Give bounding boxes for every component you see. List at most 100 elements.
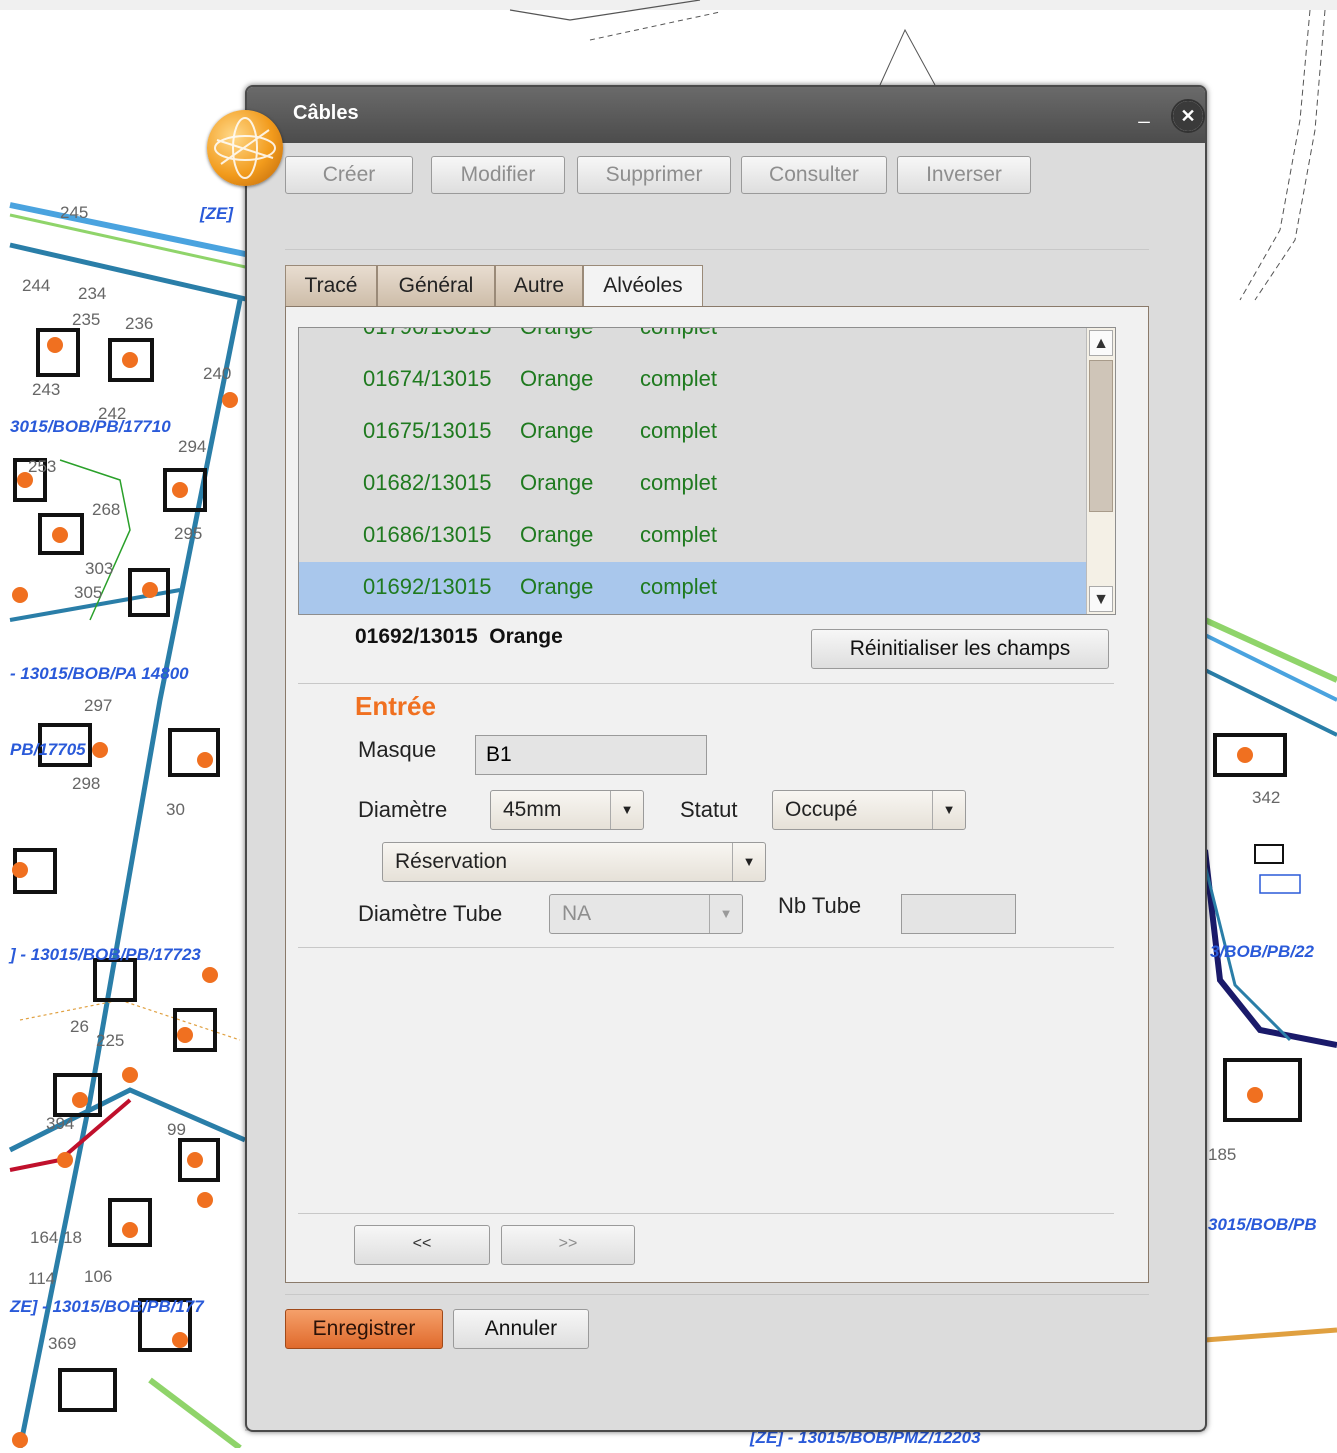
- list-item-selected[interactable]: 01692/13015 Orange complet: [299, 562, 1087, 614]
- diameter-label: Diamètre: [358, 797, 448, 822]
- chevron-down-icon: ▼: [709, 895, 742, 933]
- nb-tube-label: Nb Tube: [778, 893, 862, 918]
- map-number: 394: [46, 1114, 75, 1133]
- tube-diameter-value: NA: [562, 902, 592, 925]
- map-number: 253: [28, 457, 57, 476]
- tab-other[interactable]: Autre: [495, 265, 583, 307]
- alveole-state: complet: [640, 418, 718, 443]
- alveole-id: 01674/13015: [363, 366, 492, 391]
- divider: [298, 1213, 1114, 1214]
- tab-trace[interactable]: Tracé: [285, 265, 377, 307]
- map-number: 303: [85, 559, 114, 578]
- map-label: PB/17705: [10, 740, 86, 759]
- globe-lines: [214, 117, 276, 179]
- map-number: 99: [167, 1120, 186, 1139]
- map-label: ] - 13015/BOB/PB/17723: [10, 945, 201, 964]
- chevron-down-icon: ▼: [932, 791, 965, 829]
- tube-diameter-label: Diamètre Tube: [358, 901, 503, 926]
- map-number: 342: [1252, 788, 1281, 807]
- map-number: 185: [1208, 1145, 1237, 1164]
- alveole-id: 01692/13015: [363, 574, 492, 599]
- list-item[interactable]: 01686/13015 Orange complet: [299, 510, 1087, 562]
- consult-button[interactable]: Consulter: [741, 156, 887, 194]
- map-number: 240: [203, 364, 232, 383]
- map-number: 164 18: [30, 1228, 82, 1247]
- entry-heading: Entrée: [355, 691, 436, 721]
- reset-fields-button[interactable]: Réinitialiser les champs: [811, 629, 1109, 669]
- alveoles-panel: 01796/13015 Orange complet 01674/13015 O…: [285, 306, 1149, 1283]
- close-icon: ✕: [1173, 101, 1203, 131]
- alveole-operator: Orange: [520, 418, 594, 443]
- tab-alveoles[interactable]: Alvéoles: [583, 265, 703, 309]
- list-item[interactable]: 01682/13015 Orange complet: [299, 458, 1087, 510]
- map-label: 3015/BOB/PB/17710: [10, 417, 171, 436]
- previous-page-button[interactable]: <<: [354, 1225, 490, 1265]
- map-number: 243: [32, 380, 61, 399]
- map-number: 235: [72, 310, 101, 329]
- network-globe-icon: [207, 110, 283, 186]
- alveole-state: complet: [640, 522, 718, 547]
- mask-label: Masque: [358, 737, 437, 762]
- diameter-select[interactable]: 45mm ▼: [490, 790, 644, 830]
- map-label: ZE] - 13015/BOB/PB/177: [10, 1297, 204, 1316]
- close-button[interactable]: ✕: [1171, 99, 1205, 133]
- divider: [285, 249, 1149, 250]
- minimize-icon[interactable]: _: [1135, 103, 1153, 127]
- status-label: Statut: [680, 797, 738, 822]
- list-item[interactable]: 01796/13015 Orange complet: [299, 328, 1087, 354]
- scroll-down-icon[interactable]: ▼: [1089, 586, 1113, 612]
- next-page-button[interactable]: >>: [501, 1225, 635, 1265]
- map-number: 245: [60, 203, 89, 222]
- alveole-id: 01686/13015: [363, 522, 492, 547]
- alveole-operator: Orange: [520, 366, 594, 391]
- cancel-button[interactable]: Annuler: [453, 1309, 589, 1349]
- map-number: 244: [22, 276, 51, 295]
- map-number: 268: [92, 500, 121, 519]
- map-number: 305: [74, 583, 103, 602]
- delete-button[interactable]: Supprimer: [577, 156, 731, 194]
- map-label: 3015/BOB/PB: [1208, 1215, 1317, 1234]
- mask-field[interactable]: B1: [475, 735, 707, 775]
- map-number: 30: [166, 800, 185, 819]
- divider: [298, 683, 1114, 684]
- scroll-thumb[interactable]: [1089, 360, 1113, 512]
- chevron-down-icon: ▼: [732, 843, 765, 881]
- tab-general[interactable]: Général: [377, 265, 495, 307]
- reservation-select[interactable]: Réservation ▼: [382, 842, 766, 882]
- alveole-id: 01682/13015: [363, 470, 492, 495]
- alveole-state: complet: [640, 328, 717, 340]
- list-scrollbar[interactable]: ▲ ▼: [1086, 328, 1115, 614]
- status-select[interactable]: Occupé ▼: [772, 790, 966, 830]
- scroll-up-icon[interactable]: ▲: [1089, 330, 1113, 356]
- list-item[interactable]: 01675/13015 Orange complet: [299, 406, 1087, 458]
- map-number: 114: [28, 1269, 56, 1288]
- dialog-titlebar[interactable]: Câbles _: [247, 87, 1205, 143]
- alveole-operator: Orange: [520, 328, 593, 340]
- map-number: 242: [98, 404, 127, 423]
- cables-dialog: Câbles _ Créer Modifier Supprimer Consul…: [245, 85, 1207, 1432]
- alveole-state: complet: [640, 366, 718, 391]
- alveole-operator: Orange: [520, 470, 594, 495]
- invert-button[interactable]: Inverser: [897, 156, 1031, 194]
- nb-tube-field[interactable]: [901, 894, 1016, 934]
- status-value: Occupé: [785, 798, 858, 821]
- save-button[interactable]: Enregistrer: [285, 1309, 443, 1349]
- map-label: - 13015/BOB/PA 14800: [10, 664, 189, 683]
- dialog-title: Câbles: [293, 102, 359, 124]
- map-label: [ZE]: [200, 204, 234, 223]
- map-number: 295: [174, 524, 203, 543]
- map-number: 298: [72, 774, 101, 793]
- tube-diameter-select[interactable]: NA ▼: [549, 894, 743, 934]
- divider: [285, 1294, 1149, 1295]
- alveole-state: complet: [640, 470, 718, 495]
- modify-button[interactable]: Modifier: [431, 156, 565, 194]
- alveole-state: complet: [640, 574, 718, 599]
- list-item[interactable]: 01674/13015 Orange complet: [299, 354, 1087, 406]
- map-number: 26: [70, 1017, 89, 1036]
- chevron-down-icon: ▼: [610, 791, 643, 829]
- alveole-list[interactable]: 01796/13015 Orange complet 01674/13015 O…: [298, 327, 1116, 615]
- create-button[interactable]: Créer: [285, 156, 413, 194]
- alveole-operator: Orange: [520, 574, 594, 599]
- map-number: 234: [78, 284, 107, 303]
- alveole-id: 01796/13015: [363, 328, 491, 340]
